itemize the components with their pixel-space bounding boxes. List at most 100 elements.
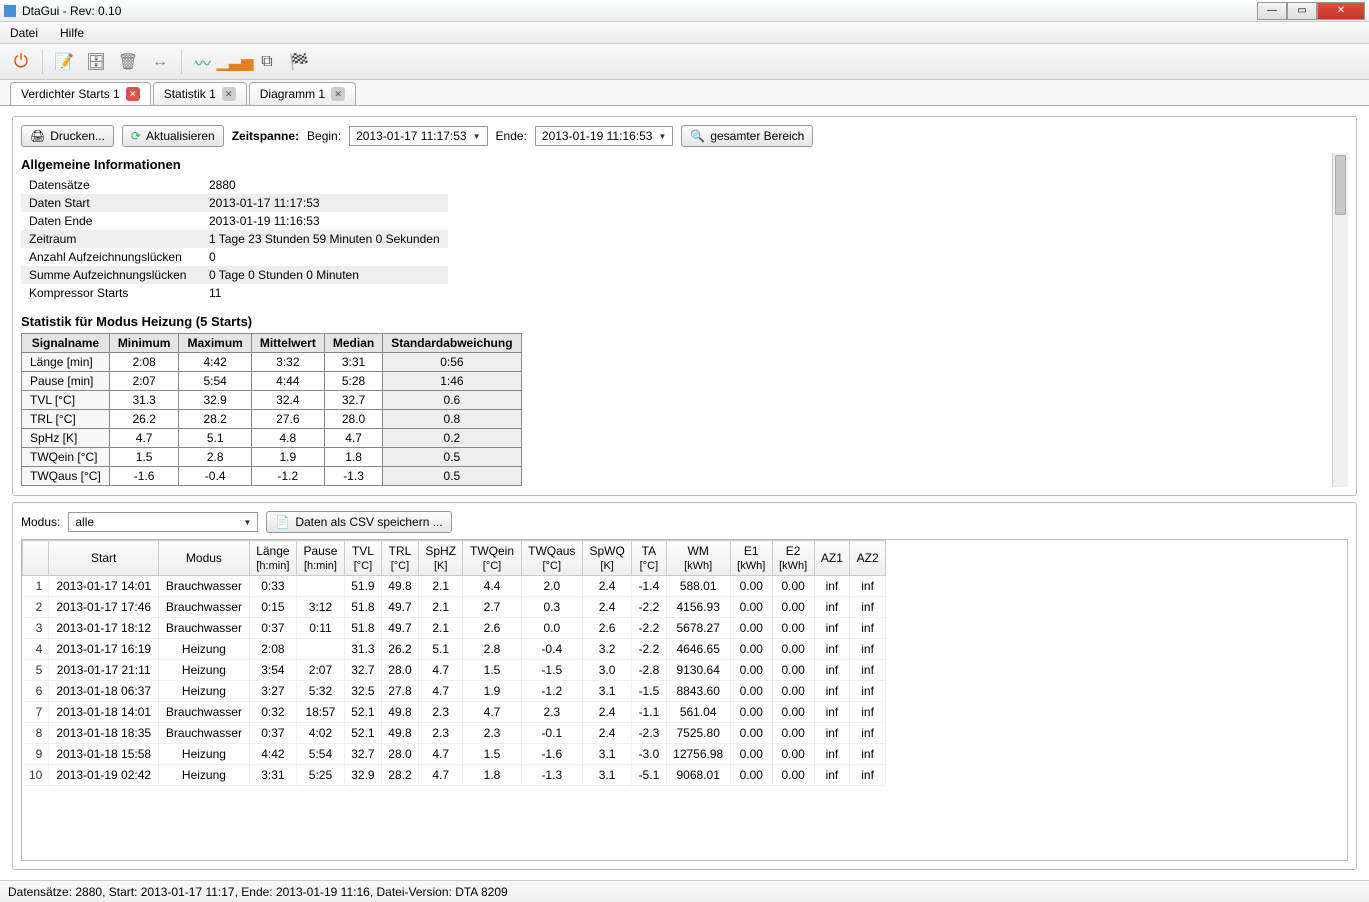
data-grid-wrap[interactable]: StartModusLänge[h:min]Pause[h:min]TVL[°C… <box>21 539 1348 861</box>
maximize-button[interactable]: ▭ <box>1287 2 1317 20</box>
stats-cell: 5:54 <box>179 372 251 391</box>
grid-cell: -2.3 <box>632 723 666 744</box>
grid-cell: 49.8 <box>381 723 418 744</box>
magnifier-icon: 🔍 <box>690 129 705 143</box>
grid-header[interactable] <box>23 541 49 576</box>
grid-cell: 2.6 <box>583 618 632 639</box>
table-row[interactable]: 32013-01-17 18:12Brauchwasser0:370:1151.… <box>23 618 886 639</box>
grid-cell: Brauchwasser <box>159 618 250 639</box>
grid-cell: Heizung <box>159 681 250 702</box>
grid-header[interactable]: SpHZ[K] <box>418 541 463 576</box>
grid-cell: 4.4 <box>463 576 521 597</box>
close-button[interactable]: ✕ <box>1317 2 1365 20</box>
table-row[interactable]: 52013-01-17 21:11Heizung3:542:0732.728.0… <box>23 660 886 681</box>
grid-header[interactable]: Modus <box>159 541 250 576</box>
tab-2[interactable]: Diagramm 1✕ <box>249 82 356 105</box>
grid-cell: 0.00 <box>730 702 772 723</box>
grid-header[interactable]: Pause[h:min] <box>297 541 345 576</box>
grid-cell: 2013-01-18 18:35 <box>49 723 159 744</box>
stats-cell: 0.5 <box>383 448 521 467</box>
tab-close-icon[interactable]: ✕ <box>222 87 236 101</box>
stats-row: Pause [min]2:075:544:445:281:46 <box>22 372 522 391</box>
grid-header[interactable]: Start <box>49 541 159 576</box>
power-icon[interactable]: ⏻ <box>8 49 34 75</box>
grid-cell: 2.0 <box>521 576 582 597</box>
tab-close-icon[interactable]: ✕ <box>126 87 140 101</box>
stats-cell: 32.9 <box>179 391 251 410</box>
csv-export-button[interactable]: 📄Daten als CSV speichern ... <box>266 511 451 533</box>
vertical-scrollbar[interactable] <box>1332 153 1348 487</box>
minimize-button[interactable]: — <box>1257 2 1287 20</box>
grid-cell: 2013-01-17 16:19 <box>49 639 159 660</box>
grid-cell: inf <box>814 744 850 765</box>
full-range-button[interactable]: 🔍gesamter Bereich <box>681 125 813 147</box>
waveform-icon[interactable]: 〰 <box>190 49 216 75</box>
range-icon[interactable]: ↔ <box>147 49 173 75</box>
grid-cell: 27.8 <box>381 681 418 702</box>
grid-header[interactable]: AZ1 <box>814 541 850 576</box>
modus-select[interactable]: alle▼ <box>68 512 258 532</box>
grid-cell: 0:33 <box>249 576 296 597</box>
csv-icon: 📄 <box>275 515 290 529</box>
trash-icon[interactable]: 🗑 <box>115 49 141 75</box>
grid-cell: 0.00 <box>772 597 814 618</box>
table-row[interactable]: 102013-01-19 02:42Heizung3:315:2532.928.… <box>23 765 886 786</box>
info-key: Kompressor Starts <box>21 284 201 302</box>
grid-header[interactable]: TVL[°C] <box>344 541 381 576</box>
grid-header[interactable]: TRL[°C] <box>381 541 418 576</box>
stats-cell: 0:56 <box>383 353 521 372</box>
table-row[interactable]: 82013-01-18 18:35Brauchwasser0:374:0252.… <box>23 723 886 744</box>
flag-icon[interactable]: 🏁 <box>286 49 312 75</box>
grid-cell: 0.00 <box>772 576 814 597</box>
table-row[interactable]: 62013-01-18 06:37Heizung3:275:3232.527.8… <box>23 681 886 702</box>
stats-cell: SpHz [K] <box>22 429 110 448</box>
grid-header[interactable]: AZ2 <box>850 541 886 576</box>
grid-cell: Heizung <box>159 660 250 681</box>
grid-cell: 3.2 <box>583 639 632 660</box>
grid-header[interactable]: Länge[h:min] <box>249 541 296 576</box>
newtab-icon[interactable]: ⧉ <box>254 49 280 75</box>
grid-header[interactable]: SpWQ[K] <box>583 541 632 576</box>
grid-cell: 2:08 <box>249 639 296 660</box>
table-row[interactable]: 42013-01-17 16:19Heizung2:0831.326.25.12… <box>23 639 886 660</box>
print-button[interactable]: 🖨Drucken... <box>21 125 114 147</box>
menu-file[interactable]: Datei <box>6 24 42 42</box>
info-row: Summe Aufzeichnungslücken0 Tage 0 Stunde… <box>21 266 448 284</box>
info-row: Zeitraum1 Tage 23 Stunden 59 Minuten 0 S… <box>21 230 448 248</box>
info-value: 2013-01-19 11:16:53 <box>201 212 448 230</box>
grid-cell: 32.5 <box>344 681 381 702</box>
grid-cell: -1.3 <box>521 765 582 786</box>
database-icon[interactable]: 🗄 <box>83 49 109 75</box>
menu-help[interactable]: Hilfe <box>56 24 88 42</box>
grid-cell: 0.00 <box>772 765 814 786</box>
grid-cell: -1.4 <box>632 576 666 597</box>
table-row[interactable]: 72013-01-18 14:01Brauchwasser0:3218:5752… <box>23 702 886 723</box>
stats-cell: 26.2 <box>109 410 179 429</box>
refresh-button[interactable]: ⟳Aktualisieren <box>122 125 224 147</box>
tab-close-icon[interactable]: ✕ <box>331 87 345 101</box>
table-row[interactable]: 12013-01-17 14:01Brauchwasser0:3351.949.… <box>23 576 886 597</box>
tab-0[interactable]: Verdichter Starts 1✕ <box>10 82 151 105</box>
table-row[interactable]: 92013-01-18 15:58Heizung4:425:5432.728.0… <box>23 744 886 765</box>
end-datetime-dropdown[interactable]: 2013-01-19 11:16:53▼ <box>535 126 673 146</box>
grid-header[interactable]: E1[kWh] <box>730 541 772 576</box>
stats-cell: 1.8 <box>324 448 382 467</box>
grid-cell: -2.2 <box>632 618 666 639</box>
edit-document-icon[interactable]: 📝 <box>51 49 77 75</box>
grid-header[interactable]: TWQein[°C] <box>463 541 521 576</box>
tab-1[interactable]: Statistik 1✕ <box>153 82 247 105</box>
begin-datetime-dropdown[interactable]: 2013-01-17 11:17:53▼ <box>349 126 487 146</box>
info-value: 1 Tage 23 Stunden 59 Minuten 0 Sekunden <box>201 230 448 248</box>
stats-row: TWQaus [°C]-1.6-0.4-1.2-1.30.5 <box>22 467 522 486</box>
toolbar-separator <box>42 50 43 74</box>
grid-cell: inf <box>814 618 850 639</box>
info-row: Anzahl Aufzeichnungslücken0 <box>21 248 448 266</box>
barchart-icon[interactable]: ▁▃▅ <box>222 49 248 75</box>
grid-header[interactable]: E2[kWh] <box>772 541 814 576</box>
grid-header[interactable]: TA[°C] <box>632 541 666 576</box>
table-row[interactable]: 22013-01-17 17:46Brauchwasser0:153:1251.… <box>23 597 886 618</box>
grid-header[interactable]: TWQaus[°C] <box>521 541 582 576</box>
grid-cell: 0.00 <box>772 660 814 681</box>
stats-cell: 0.6 <box>383 391 521 410</box>
grid-header[interactable]: WM[kWh] <box>666 541 730 576</box>
